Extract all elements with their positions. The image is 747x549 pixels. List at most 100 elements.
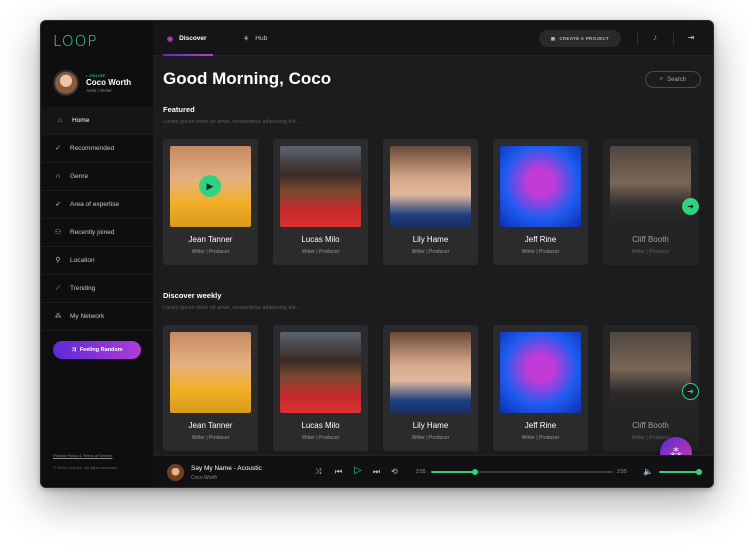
create-project-label: CREATE A PROJECT <box>559 36 610 41</box>
featured-next-button[interactable]: ➜ <box>682 198 699 215</box>
sidebar-item-location[interactable]: ⚲ Location <box>41 247 153 275</box>
artist-role: Writer | Producer <box>411 249 450 255</box>
artist-role: Writer | Producer <box>521 249 560 255</box>
sidebar-item-label: Recommended <box>70 145 115 152</box>
featured-title: Featured <box>163 105 195 114</box>
artist-photo <box>390 332 471 413</box>
divider <box>673 32 674 45</box>
weekly-next-button[interactable]: ➜ <box>682 383 699 400</box>
feeling-random-label: Feeling Random <box>79 347 123 353</box>
artist-name: Lily Hame <box>412 235 449 244</box>
previous-icon[interactable]: ⏮ <box>335 467 342 477</box>
profile-name: Coco Worth <box>86 78 132 87</box>
progress-fill <box>431 471 475 473</box>
progress-bar[interactable] <box>431 469 613 475</box>
avatar[interactable] <box>53 70 79 96</box>
sidebar-item-label: Genre <box>70 173 89 180</box>
trending-chart-icon: ⟋ <box>55 284 61 292</box>
sidebar-item-my-network[interactable]: ⁂ My Network <box>41 303 153 331</box>
artist-role: Writer | Producer <box>191 435 230 441</box>
artist-card[interactable]: Lucas Milo Writer | Producer <box>273 139 368 265</box>
next-icon[interactable]: ⏭ <box>373 467 380 477</box>
tab-label: Discover <box>179 35 207 42</box>
artist-role: Writer | Producer <box>301 435 340 441</box>
create-project-button[interactable]: ▦ CREATE A PROJECT <box>539 30 621 47</box>
music-player: Say My Name - Acoustic Coco Worth ⤨ ⏮ ▷ … <box>153 455 713 487</box>
app-logo[interactable]: LOOP <box>53 32 97 50</box>
tab-hub[interactable]: ⚘ Hub <box>243 21 267 56</box>
artist-card[interactable]: Jeff Rine Writer | Producer <box>493 139 588 265</box>
search-label: Search <box>667 76 687 83</box>
tab-label: Hub <box>255 35 268 42</box>
sidebar-item-recently-joined[interactable]: ⚇ Recently joined <box>41 219 153 247</box>
logout-icon[interactable]: ⇥ <box>685 32 697 44</box>
users-icon: ⚇ <box>54 228 62 236</box>
time-total: 2:55 <box>617 469 627 475</box>
artist-name: Jean Tanner <box>188 421 233 430</box>
volume-icon[interactable]: 🔈 <box>643 467 653 476</box>
artist-card[interactable]: Lily Hame Writer | Producer <box>383 325 478 451</box>
artist-name: Lucas Milo <box>301 421 340 430</box>
artist-card[interactable]: Lucas Milo Writer | Producer <box>273 325 368 451</box>
repeat-icon[interactable]: ⟲ <box>391 467 398 476</box>
sidebar-item-genre[interactable]: ∩ Genre <box>41 163 153 191</box>
artist-photo <box>170 332 251 413</box>
sidebar-item-home[interactable]: ⌂ Home <box>41 107 153 135</box>
artist-photo <box>280 332 361 413</box>
sidebar-item-area-of-expertise[interactable]: ➶ Area of expertise <box>41 191 153 219</box>
network-icon: ⁂ <box>54 312 62 320</box>
artist-photo <box>610 332 691 413</box>
grid-icon: ▦ <box>550 35 556 41</box>
artist-role: Writer | Producer <box>521 435 560 441</box>
volume-slider[interactable] <box>659 469 702 475</box>
thumbs-up-icon: ✓ <box>55 144 61 152</box>
search-icon: ⌕ <box>659 76 664 82</box>
artist-name: Jean Tanner <box>188 235 233 244</box>
artist-card[interactable]: ▶ Jean Tanner Writer | Producer <box>163 139 258 265</box>
progress-handle[interactable] <box>471 469 478 475</box>
shuffle-icon: ⤨ <box>71 346 76 353</box>
user-profile[interactable]: • ONLINE Coco Worth Artist | Writer <box>53 69 131 97</box>
app-window: LOOP • ONLINE Coco Worth Artist | Writer… <box>40 20 714 488</box>
artist-role: Writer | Producer <box>191 249 230 255</box>
hub-icon: ⚘ <box>243 35 250 43</box>
eye-icon: ◉ <box>167 35 174 43</box>
artist-card[interactable]: Jeff Rine Writer | Producer <box>493 325 588 451</box>
weekly-title: Discover weekly <box>163 291 222 300</box>
artist-name: Lucas Milo <box>301 235 340 244</box>
shuffle-icon[interactable]: ⤨ <box>315 467 321 477</box>
artist-photo <box>390 146 471 227</box>
arrow-right-icon: ➜ <box>687 202 694 211</box>
play-icon[interactable]: ▶ <box>199 175 221 197</box>
sidebar: LOOP • ONLINE Coco Worth Artist | Writer… <box>41 21 153 487</box>
artist-photo: ▶ <box>170 146 251 227</box>
search-button[interactable]: ⌕ Search <box>645 71 701 88</box>
bell-icon[interactable]: ♪ <box>649 32 661 44</box>
weekly-subtitle: Lorem ipsum dolor sit amet, consectetur … <box>163 305 300 311</box>
sidebar-item-recommended[interactable]: ✓ Recommended <box>41 135 153 163</box>
network-share-icon: ⁂ <box>670 446 682 455</box>
main-content: Good Morning, Coco ⌕ Search Featured Lor… <box>153 56 713 455</box>
sidebar-item-label: Trending <box>70 285 96 292</box>
artist-role: Writer | Producer <box>411 435 450 441</box>
location-pin-icon: ⚲ <box>55 256 61 264</box>
sidebar-item-label: Recently joined <box>70 229 115 236</box>
artist-photo <box>280 146 361 227</box>
song-title: Say My Name - Acoustic <box>191 465 262 472</box>
sidebar-item-trending[interactable]: ⟋ Trending <box>41 275 153 303</box>
sidebar-nav: ⌂ Home ✓ Recommended ∩ Genre ➶ Area of e… <box>41 107 153 331</box>
privacy-terms-link[interactable]: Privacy Policy & Terms of Service <box>53 453 113 458</box>
feeling-random-button[interactable]: ⤨ Feeling Random <box>53 341 141 359</box>
artist-photo <box>500 332 581 413</box>
artist-card[interactable]: Jean Tanner Writer | Producer <box>163 325 258 451</box>
volume-handle[interactable] <box>696 469 702 475</box>
tab-discover[interactable]: ◉ Discover <box>163 21 213 56</box>
rocket-icon: ➶ <box>55 200 61 208</box>
profile-role: Artist | Writer <box>86 88 112 93</box>
play-icon[interactable]: ▷ <box>354 465 362 476</box>
artist-card[interactable]: Lily Hame Writer | Producer <box>383 139 478 265</box>
home-icon: ⌂ <box>57 116 63 124</box>
track-thumbnail[interactable] <box>167 464 184 481</box>
artist-role: Writer | Producer <box>631 249 670 255</box>
sidebar-item-label: Area of expertise <box>70 201 120 208</box>
